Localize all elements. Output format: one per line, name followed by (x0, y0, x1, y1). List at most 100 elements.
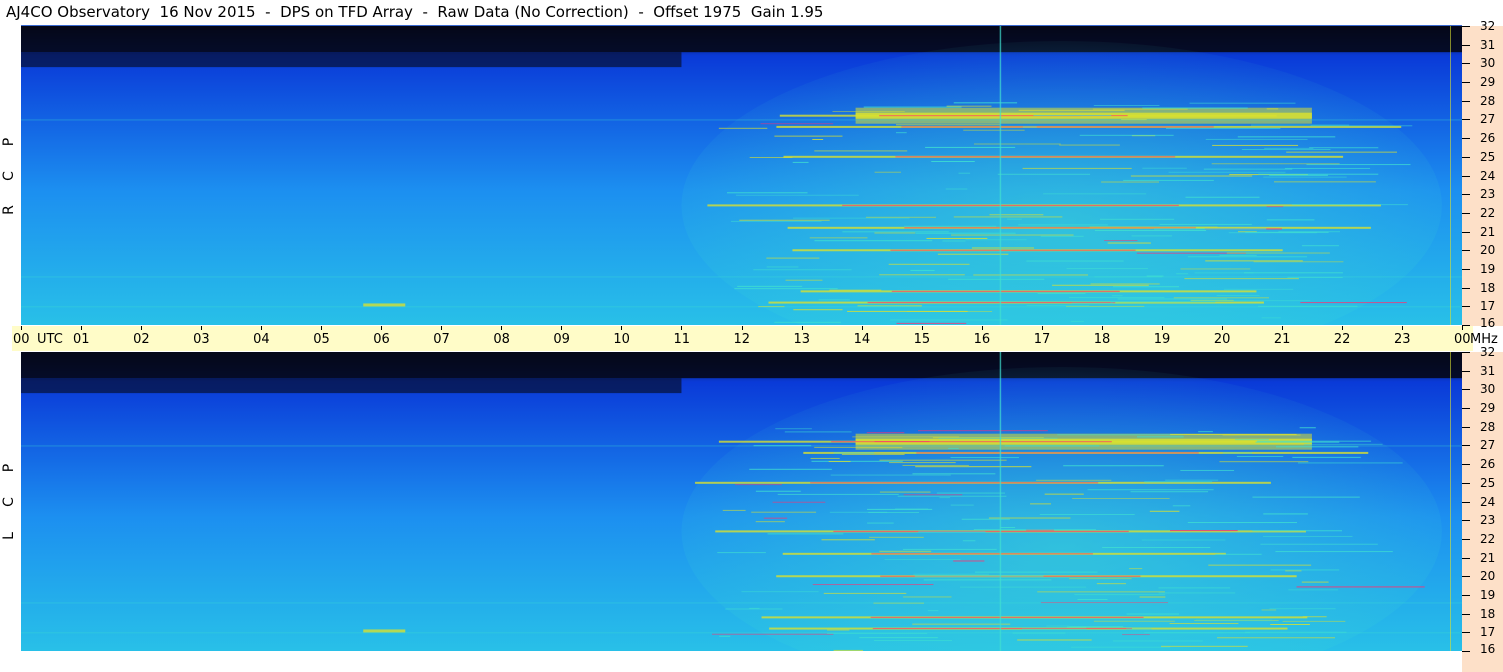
spectral-streak (1059, 144, 1120, 146)
spectral-streak (841, 453, 905, 455)
spectral-streak (1291, 204, 1408, 206)
spectral-streak (1180, 469, 1235, 471)
spectral-streak (973, 274, 1089, 276)
time-tick (1281, 326, 1283, 330)
spectral-streak (842, 231, 949, 233)
spectral-streak (1141, 539, 1226, 541)
time-tick (381, 326, 383, 330)
feature-06utc (363, 629, 406, 633)
spectral-streak (814, 240, 933, 242)
spectral-streak (1190, 300, 1311, 302)
spectral-streak (1288, 589, 1339, 591)
freq-tick (1462, 501, 1470, 503)
spectral-streak (902, 464, 969, 466)
spectral-streak (1284, 167, 1371, 169)
spectral-streak (1130, 175, 1253, 177)
freq-tick-label: 17 (1480, 625, 1496, 640)
spectral-streak (897, 495, 1007, 497)
time-tick-label: 07 (433, 332, 450, 347)
spectral-streak (942, 240, 966, 242)
spectral-streak (1130, 491, 1209, 493)
spectral-streak (962, 540, 976, 542)
spectral-streak (1057, 434, 1183, 436)
spectral-streak (866, 432, 905, 434)
spectral-streak (890, 319, 1008, 321)
spectral-streak (1070, 320, 1084, 322)
time-tick (981, 326, 983, 330)
time-tick (141, 326, 143, 330)
spectral-streak (1222, 452, 1253, 454)
time-tick-label: 08 (493, 332, 510, 347)
spectral-streak (766, 266, 799, 268)
spectral-streak (1212, 144, 1299, 146)
persistent-line (21, 445, 1462, 447)
spectral-streak (1241, 148, 1331, 150)
time-tick (1041, 326, 1043, 330)
spectral-streak (869, 536, 924, 538)
spectral-streak (1216, 294, 1260, 296)
dark-top-band-extension (21, 378, 682, 394)
spectral-streak (997, 173, 1091, 175)
freq-tick-label: 24 (1480, 168, 1496, 183)
spectral-streak (734, 288, 838, 290)
spectral-streak (879, 550, 932, 552)
spectral-streak (1263, 535, 1353, 537)
spectral-streak (1309, 147, 1379, 149)
spectral-streak (811, 460, 903, 462)
freq-tick (1462, 426, 1470, 428)
time-tick-label: 11 (673, 332, 690, 347)
time-tick-label: 14 (853, 332, 871, 347)
time-tick (441, 326, 443, 330)
spectral-streak (1102, 547, 1211, 549)
spectral-streak (867, 508, 933, 510)
spectral-streak (1252, 530, 1343, 532)
freq-tick (1462, 287, 1470, 289)
spectral-streak (1219, 254, 1257, 256)
time-tick-label: 06 (373, 332, 390, 347)
spectral-streak (914, 575, 1044, 577)
freq-tick (1462, 538, 1470, 540)
persistent-line (21, 119, 1462, 121)
freq-tick-label: 21 (1480, 550, 1496, 565)
spectral-streak (927, 610, 939, 612)
freq-tick-label: 18 (1480, 606, 1496, 621)
emission-band-peak (831, 441, 1112, 443)
spectral-streak (717, 552, 766, 554)
spectral-streak (749, 468, 832, 470)
freq-tick (1462, 82, 1470, 84)
spectral-streak (874, 639, 953, 641)
freq-tick-label: 16 (1480, 316, 1496, 330)
spectral-streak (814, 446, 903, 448)
spectral-streak (739, 219, 830, 221)
persistent-line (21, 306, 1462, 308)
spectral-streak (1243, 272, 1343, 274)
right-edge-marker (1450, 26, 1451, 325)
spectral-streak (730, 220, 822, 222)
spectral-streak (833, 649, 864, 651)
freq-tick-label: 29 (1480, 75, 1496, 90)
spectral-streak (974, 571, 1098, 573)
freq-tick (1462, 231, 1470, 233)
spectral-streak (832, 111, 905, 113)
spectral-streak (1165, 127, 1281, 129)
spectral-streak (1037, 591, 1165, 593)
spectrogram-lcp (21, 352, 1462, 651)
spectral-streak (1205, 260, 1303, 262)
time-tick-label: 04 (253, 332, 270, 347)
spectral-streak (722, 509, 746, 511)
spectral-streak (1170, 433, 1297, 435)
spectral-streak (948, 278, 1045, 280)
spectral-streak (1052, 284, 1149, 286)
spectral-streak (931, 160, 975, 162)
spectral-streak (951, 234, 1074, 236)
persistent-line (21, 632, 1462, 634)
spectral-streak (793, 309, 843, 311)
spectral-streak (766, 257, 820, 259)
right-edge-marker (1450, 352, 1451, 651)
spectral-streak (1217, 637, 1335, 639)
spectral-streak (1257, 440, 1372, 442)
spectrogram-rcp (21, 26, 1462, 325)
spectral-streak (775, 428, 812, 430)
spectral-streak (953, 102, 1018, 104)
spectral-streak (1173, 297, 1270, 299)
